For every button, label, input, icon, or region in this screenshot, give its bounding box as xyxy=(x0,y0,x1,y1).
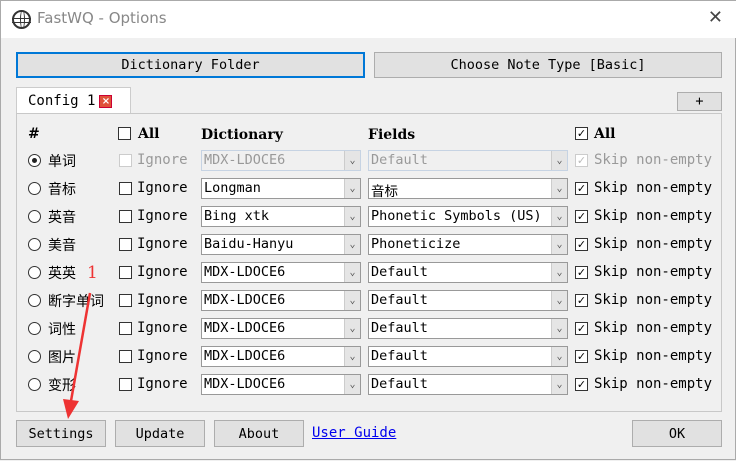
annotation-arrow xyxy=(63,292,92,419)
